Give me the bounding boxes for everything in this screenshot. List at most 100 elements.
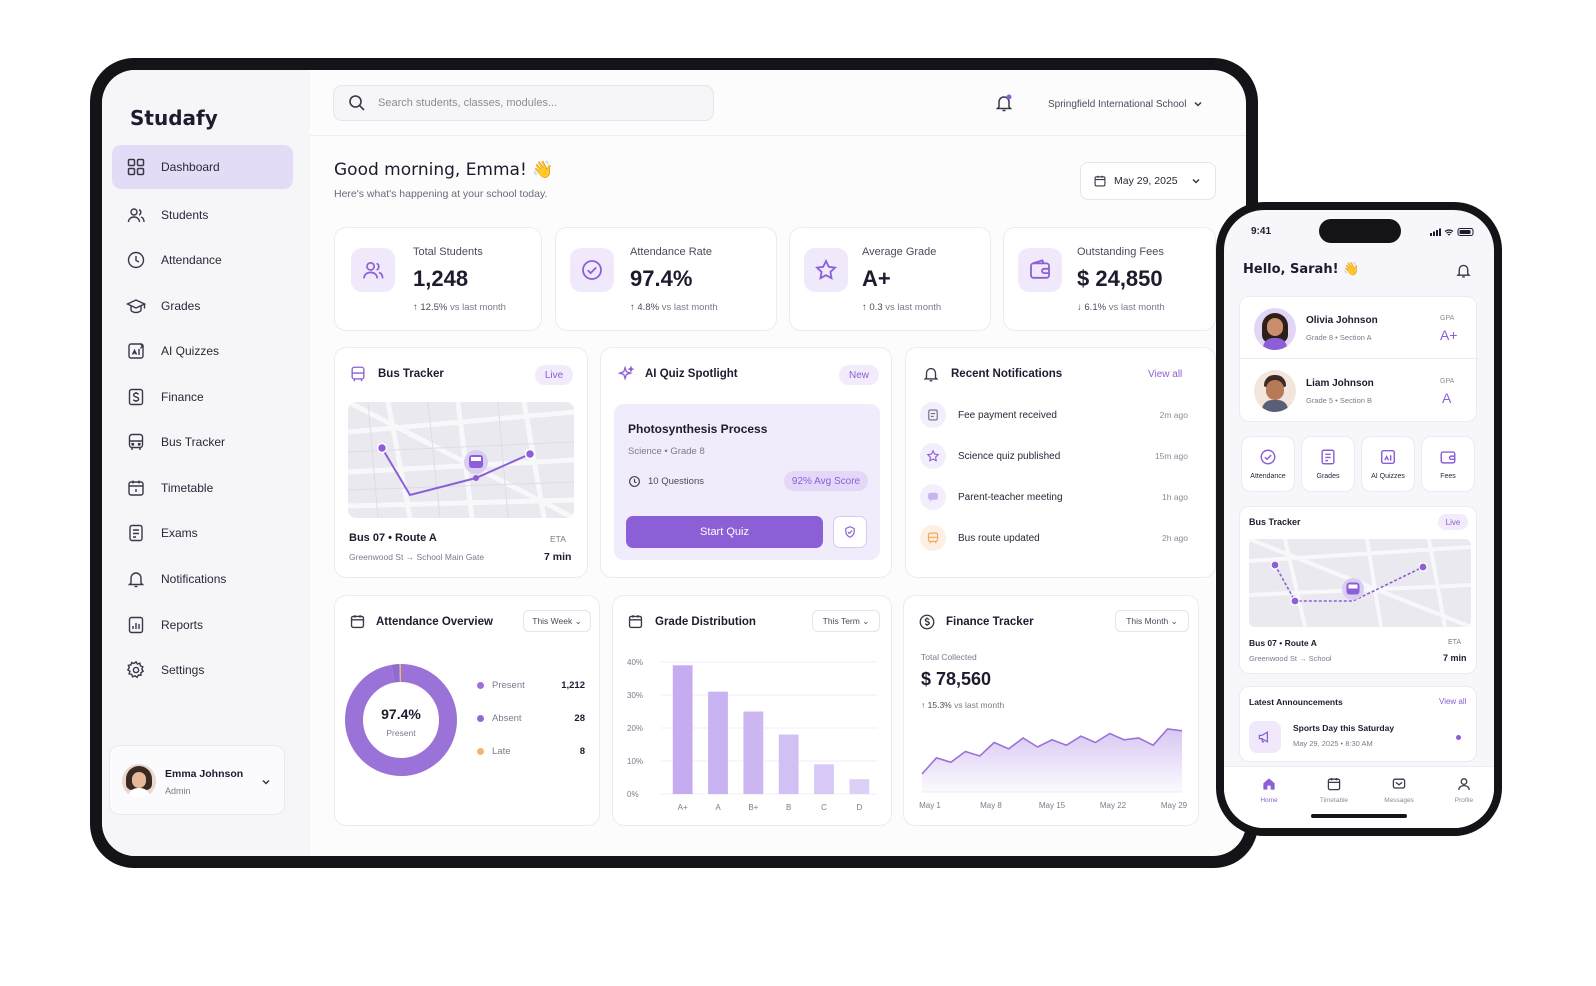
save-quiz-button[interactable] xyxy=(833,516,867,548)
megaphone-icon xyxy=(1249,721,1281,753)
child-name: Olivia Johnson xyxy=(1306,315,1378,326)
chat-icon xyxy=(920,484,946,510)
grades-filter-select[interactable]: This Term ⌄ xyxy=(812,610,880,632)
tab-profile[interactable]: Profile xyxy=(1439,776,1489,804)
stat-label: Outstanding Fees xyxy=(1077,246,1164,258)
filter-value: This Week xyxy=(532,616,573,626)
bus-route-map[interactable] xyxy=(348,402,574,518)
wallet-icon xyxy=(1018,248,1062,292)
chevron-down-icon[interactable] xyxy=(260,776,272,788)
sidebar-item-notifications[interactable]: Notifications xyxy=(112,557,293,601)
finance-label: Total Collected xyxy=(921,652,977,662)
new-badge: New xyxy=(839,365,879,385)
view-all-link[interactable]: View all xyxy=(1148,369,1182,380)
tab-messages[interactable]: Messages xyxy=(1374,776,1424,804)
notification-item[interactable]: Fee payment received 2m ago xyxy=(920,401,1188,429)
eta-label: ETA xyxy=(550,534,566,544)
stat-value: 1,248 xyxy=(413,266,469,291)
user-profile-card[interactable]: Emma Johnson Admin xyxy=(109,745,285,815)
tab-label: Messages xyxy=(1384,797,1414,804)
sidebar-item-label: Exams xyxy=(161,526,198,540)
sidebar-item-label: Attendance xyxy=(161,253,222,267)
search-placeholder: Search students, classes, modules... xyxy=(378,97,558,109)
sidebar-item-reports[interactable]: Reports xyxy=(112,603,293,647)
bus-icon xyxy=(128,433,144,450)
bell-icon xyxy=(127,572,145,588)
delta-value: 6.1% xyxy=(1084,302,1107,313)
stat-value: 97.4% xyxy=(630,266,693,291)
bar-C xyxy=(814,764,834,794)
delta-value: 4.8% xyxy=(637,302,660,313)
child-row[interactable]: Liam Johnson Grade 5 • Section B GPA A xyxy=(1240,360,1478,422)
sidebar-item-finance[interactable]: Finance xyxy=(112,375,293,419)
bell-icon[interactable] xyxy=(994,93,1014,113)
sidebar-item-ai-quizzes[interactable]: AI Quizzes xyxy=(112,329,293,373)
quick-action-ai-quizzes[interactable]: AI Quizzes xyxy=(1361,436,1415,492)
receipt-icon xyxy=(920,402,946,428)
delta-text: vs last month xyxy=(1108,302,1165,313)
delta-value: 15.3% xyxy=(927,700,952,710)
child-row[interactable]: Olivia Johnson Grade 8 • Section A GPA A… xyxy=(1240,297,1478,359)
quick-action-fees[interactable]: Fees xyxy=(1421,436,1475,492)
notification-item[interactable]: Parent-teacher meeting 1h ago xyxy=(920,483,1188,511)
check-circle-icon xyxy=(1260,449,1276,465)
x-tick-label: B+ xyxy=(748,803,758,812)
sidebar-item-dashboard[interactable]: Dashboard xyxy=(112,145,293,189)
sidebar-item-timetable[interactable]: Timetable xyxy=(112,466,293,510)
start-quiz-button[interactable]: Start Quiz xyxy=(626,516,823,548)
sidebar-item-settings[interactable]: Settings xyxy=(112,648,293,692)
x-tick-label: D xyxy=(856,803,862,812)
phone-device: 9:41 Hello, Sarah! 👋 Olivia Johnson Grad… xyxy=(1216,202,1502,836)
ai-quiz-card: AI Quiz Spotlight New Photosynthesis Pro… xyxy=(600,347,892,578)
legend-value: 1,212 xyxy=(561,680,585,691)
sidebar-item-label: Reports xyxy=(161,618,204,632)
avatar xyxy=(1254,370,1296,412)
grade-distribution-card: Grade Distribution This Term ⌄ 40% 30% 20%… xyxy=(612,595,892,826)
quick-action-grades[interactable]: Grades xyxy=(1301,436,1355,492)
bar-A+ xyxy=(672,665,693,794)
bus-route-map[interactable] xyxy=(1249,539,1471,627)
notification-time: 2m ago xyxy=(1159,410,1188,420)
date-value: May 29, 2025 xyxy=(1114,175,1178,187)
tab-timetable[interactable]: Timetable xyxy=(1309,776,1359,804)
x-tick-label: A xyxy=(715,803,721,812)
finance-filter-select[interactable]: This Month ⌄ xyxy=(1115,610,1189,632)
sidebar-item-attendance[interactable]: Attendance xyxy=(112,238,293,282)
quiz-icon xyxy=(128,343,145,359)
sidebar-item-grades[interactable]: Grades xyxy=(112,284,293,328)
topbar-divider xyxy=(310,135,1246,136)
card-title: Attendance Overview xyxy=(376,616,493,628)
delta-text: vs last month xyxy=(449,302,506,313)
users-icon xyxy=(127,208,145,223)
bell-icon[interactable] xyxy=(1455,262,1472,279)
dollar-circle-icon xyxy=(919,614,935,630)
dashboard-screen: Studafy Dashboard Students Attendance Gr… xyxy=(102,70,1246,856)
sidebar-item-students[interactable]: Students xyxy=(112,193,293,237)
grid-icon xyxy=(127,158,145,176)
notification-item[interactable]: Science quiz published 15m ago xyxy=(920,442,1188,470)
date-picker[interactable]: May 29, 2025 xyxy=(1080,162,1216,200)
finance-delta: ↑ 15.3% vs last month xyxy=(921,700,1005,710)
shield-check-icon xyxy=(845,526,855,538)
star-icon xyxy=(804,248,848,292)
x-tick-label: May 8 xyxy=(980,801,1002,810)
legend-dot xyxy=(477,748,484,755)
view-all-link[interactable]: View all xyxy=(1439,697,1466,706)
sidebar-item-bus-tracker[interactable]: Bus Tracker xyxy=(112,420,293,464)
attendance-filter-select[interactable]: This Week ⌄ xyxy=(523,610,591,632)
sidebar-item-exams[interactable]: Exams xyxy=(112,511,293,555)
notification-item[interactable]: Bus route updated 2h ago xyxy=(920,524,1188,552)
y-tick-label: 10% xyxy=(627,757,643,766)
notification-text: Bus route updated xyxy=(958,532,1040,544)
finance-area-chart: May 1 May 8 May 15 May 22 May 29 xyxy=(919,728,1188,810)
bus-icon xyxy=(351,366,365,382)
announcement-item[interactable]: Sports Day this Saturday May 29, 2025 • … xyxy=(1249,719,1471,757)
stat-card-attendance-rate: Attendance Rate 97.4% ↑ 4.8% vs last mon… xyxy=(555,227,777,331)
bus-stops: Greenwood St → School xyxy=(1249,654,1332,663)
search-input[interactable]: Search students, classes, modules... xyxy=(333,85,714,121)
school-selector[interactable]: Springfield International School xyxy=(1048,98,1204,110)
tab-home[interactable]: Home xyxy=(1244,776,1294,804)
live-badge: Live xyxy=(1438,514,1468,530)
quick-action-attendance[interactable]: Attendance xyxy=(1241,436,1295,492)
calendar-icon xyxy=(628,615,643,629)
